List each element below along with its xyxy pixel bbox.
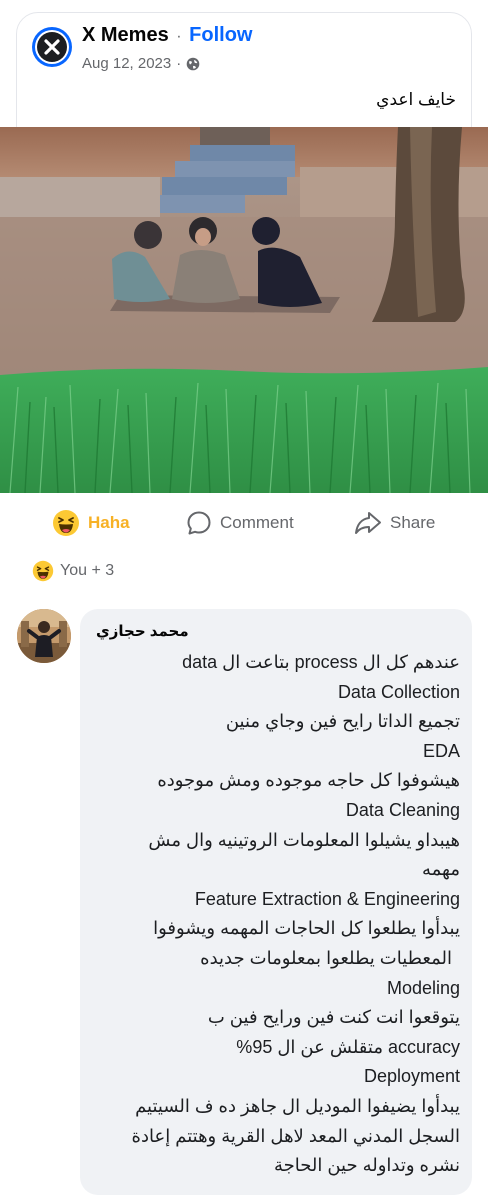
post-meta: Aug 12, 2023 · <box>82 55 200 72</box>
comment-line: عندهم كل ال process بتاعت ال data <box>182 652 460 672</box>
avatar-photo <box>17 609 71 663</box>
comment-label: Comment <box>220 513 294 532</box>
globe-icon <box>186 57 200 70</box>
comment-icon <box>187 511 211 535</box>
comment-line: السجل المدني المعد لاهل القرية وهتتم إعا… <box>131 1125 460 1146</box>
post-date[interactable]: Aug 12, 2023 <box>82 55 171 72</box>
comment-line: مهمه <box>422 859 460 880</box>
post-action-bar: Haha Comment Share <box>0 500 488 545</box>
post-caption: خايف اعدي <box>376 90 456 109</box>
comment-line: Feature Extraction & Engineering <box>194 888 460 909</box>
haha-reaction-button[interactable]: Haha <box>52 510 130 536</box>
reaction-count: You + 3 <box>60 562 115 579</box>
photo-illustration <box>0 127 488 493</box>
comment-line: Modeling <box>386 977 460 998</box>
page-avatar[interactable] <box>32 27 72 67</box>
comment-line: تجميع الداتا رايح فين وجاي منين <box>225 711 460 732</box>
haha-emoji-icon <box>32 560 54 582</box>
share-button[interactable]: Share <box>354 510 435 536</box>
comment-author[interactable]: محمد حجازي <box>96 622 189 640</box>
comment-line: يبدأوا يطلعوا كل الحاجات المهمه ويشوفوا <box>153 918 460 939</box>
share-label: Share <box>390 513 436 532</box>
comment-line: Deployment <box>363 1066 460 1087</box>
comment-line: المعطيات يطلعوا بمعلومات جديده <box>200 947 452 968</box>
post-photo[interactable] <box>0 127 488 493</box>
x-logo-icon <box>44 39 60 55</box>
haha-label: Haha <box>88 513 130 532</box>
comment-line: accuracy متقلش عن ال 95% <box>236 1036 460 1057</box>
comment-line: EDA <box>422 740 460 761</box>
meta-separator: · <box>176 55 182 72</box>
page-name[interactable]: X Memes <box>82 24 169 46</box>
follow-button[interactable]: Follow <box>189 24 252 46</box>
commenter-avatar[interactable] <box>17 609 71 663</box>
header-separator: · <box>176 28 182 45</box>
reaction-summary[interactable]: You + 3 <box>32 560 114 582</box>
comment-line: هيبداو يشيلوا المعلومات الروتينيه وال مش <box>148 829 460 850</box>
comment-line: هيشوفوا كل حاجه موجوده ومش موجوده <box>157 770 460 791</box>
comment-button[interactable]: Comment <box>186 510 294 536</box>
comment-text: عندهم كل ال process بتاعت ال data Data C… <box>92 648 460 1181</box>
comment-line: Data Cleaning <box>345 799 460 820</box>
share-icon <box>355 512 381 534</box>
comment-line: يتوقعوا انت كنت فين ورايح فين ب <box>207 1007 460 1028</box>
haha-emoji-icon <box>53 510 79 536</box>
comment-line: يبدأوا يضيفوا الموديل ال جاهز ده ف السيت… <box>135 1095 460 1116</box>
comment-line: Data Collection <box>337 681 460 702</box>
post-header: X Memes · Follow <box>82 24 253 47</box>
comment-line: نشره وتداوله حين الحاجة <box>273 1155 460 1176</box>
